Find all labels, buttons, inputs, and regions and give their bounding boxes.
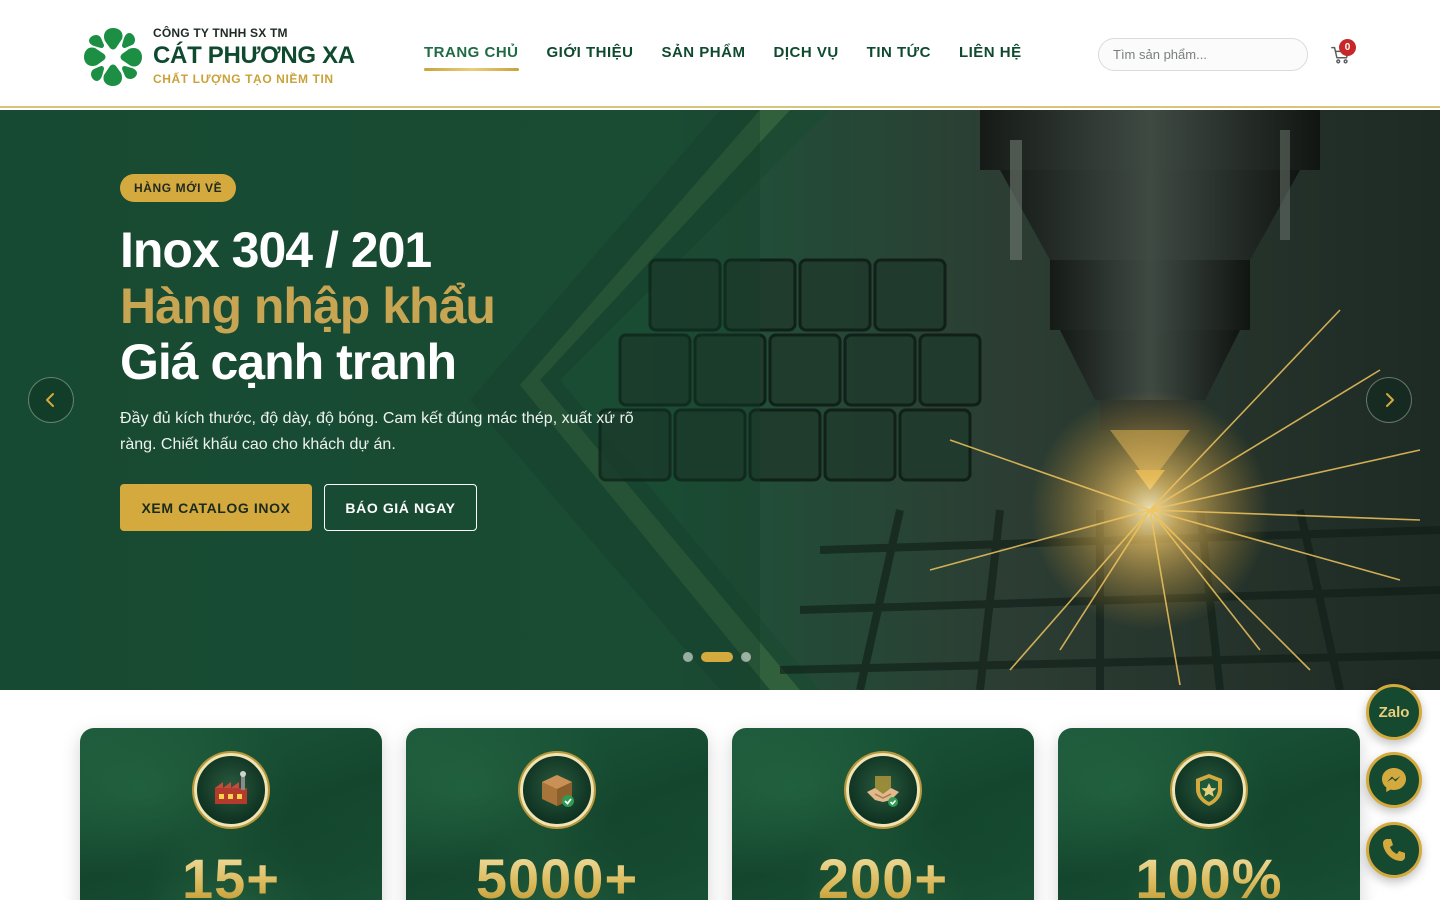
factory-icon	[194, 753, 268, 827]
nav-item-home[interactable]: TRANG CHỦ	[424, 44, 519, 71]
nav-item-about[interactable]: GIỚI THIỆU	[547, 44, 634, 61]
hero-description: Đầy đủ kích thước, độ dày, độ bóng. Cam …	[120, 410, 634, 453]
hero-title-line1: Inox 304 / 201	[120, 222, 432, 278]
stat-value: 100%	[1058, 846, 1360, 900]
stat-card: 5000+	[406, 728, 708, 900]
site-header: CÔNG TY TNHH SX TM CÁT PHƯƠNG XA CHẤT LƯ…	[0, 0, 1440, 108]
main-nav: TRANG CHỦ GIỚI THIỆU SẢN PHẨM DỊCH VỤ TI…	[424, 44, 1022, 71]
logo[interactable]: CÔNG TY TNHH SX TM CÁT PHƯƠNG XA CHẤT LƯ…	[80, 22, 360, 90]
hero-title-line2: Hàng nhập khẩu	[120, 278, 496, 334]
company-name: CÁT PHƯƠNG XA	[153, 42, 355, 69]
package-icon	[520, 753, 594, 827]
hero-buttons: XEM CATALOG INOX BÁO GIÁ NGAY	[120, 484, 680, 531]
stat-value: 5000+	[406, 846, 708, 900]
nav-item-contact[interactable]: LIÊN HỆ	[959, 44, 1022, 61]
slider-dot-1[interactable]	[683, 652, 693, 662]
messenger-icon	[1382, 768, 1406, 792]
nav-item-news[interactable]: TIN TỨC	[867, 44, 931, 61]
phone-button[interactable]	[1366, 822, 1422, 878]
nav-item-products[interactable]: SẢN PHẨM	[661, 44, 745, 61]
zalo-button[interactable]: Zalo	[1366, 684, 1422, 740]
slider-next-button[interactable]	[1366, 377, 1412, 423]
chevron-left-icon	[46, 393, 54, 407]
nav-item-services[interactable]: DỊCH VỤ	[773, 44, 838, 61]
stats-section: 15+ 5000+ 200+ 100%	[80, 728, 1360, 900]
slider-prev-button[interactable]	[28, 377, 74, 423]
search-input[interactable]	[1098, 38, 1308, 71]
stat-card: 15+	[80, 728, 382, 900]
hero-slider: HÀNG MỚI VỀ Inox 304 / 201 Hàng nhập khẩ…	[0, 110, 1440, 690]
logo-mark-icon	[84, 28, 142, 86]
shield-star-icon	[1172, 753, 1246, 827]
stat-card: 100%	[1058, 728, 1360, 900]
slider-dots	[683, 652, 751, 662]
messenger-button[interactable]	[1366, 752, 1422, 808]
request-quote-button[interactable]: BÁO GIÁ NGAY	[324, 484, 477, 531]
chevron-right-icon	[1386, 393, 1394, 407]
company-prefix: CÔNG TY TNHH SX TM	[153, 26, 288, 40]
zalo-label: Zalo	[1378, 703, 1410, 721]
hero-badge: HÀNG MỚI VỀ	[120, 174, 237, 202]
slider-dot-3[interactable]	[741, 652, 751, 662]
company-slogan: CHẤT LƯỢNG TẠO NIỀM TIN	[153, 72, 334, 86]
hero-content: HÀNG MỚI VỀ Inox 304 / 201 Hàng nhập khẩ…	[120, 174, 680, 531]
handshake-icon	[846, 753, 920, 827]
phone-icon	[1383, 839, 1405, 861]
stat-value: 200+	[732, 846, 1034, 900]
stat-value: 15+	[80, 846, 382, 900]
view-catalog-button[interactable]: XEM CATALOG INOX	[120, 484, 312, 531]
cart-count-badge: 0	[1339, 39, 1356, 56]
stat-card: 200+	[732, 728, 1034, 900]
slider-dot-2[interactable]	[701, 652, 733, 662]
hero-title: Inox 304 / 201 Hàng nhập khẩu Giá cạnh t…	[120, 222, 680, 390]
hero-title-line3: Giá cạnh tranh	[120, 334, 457, 390]
